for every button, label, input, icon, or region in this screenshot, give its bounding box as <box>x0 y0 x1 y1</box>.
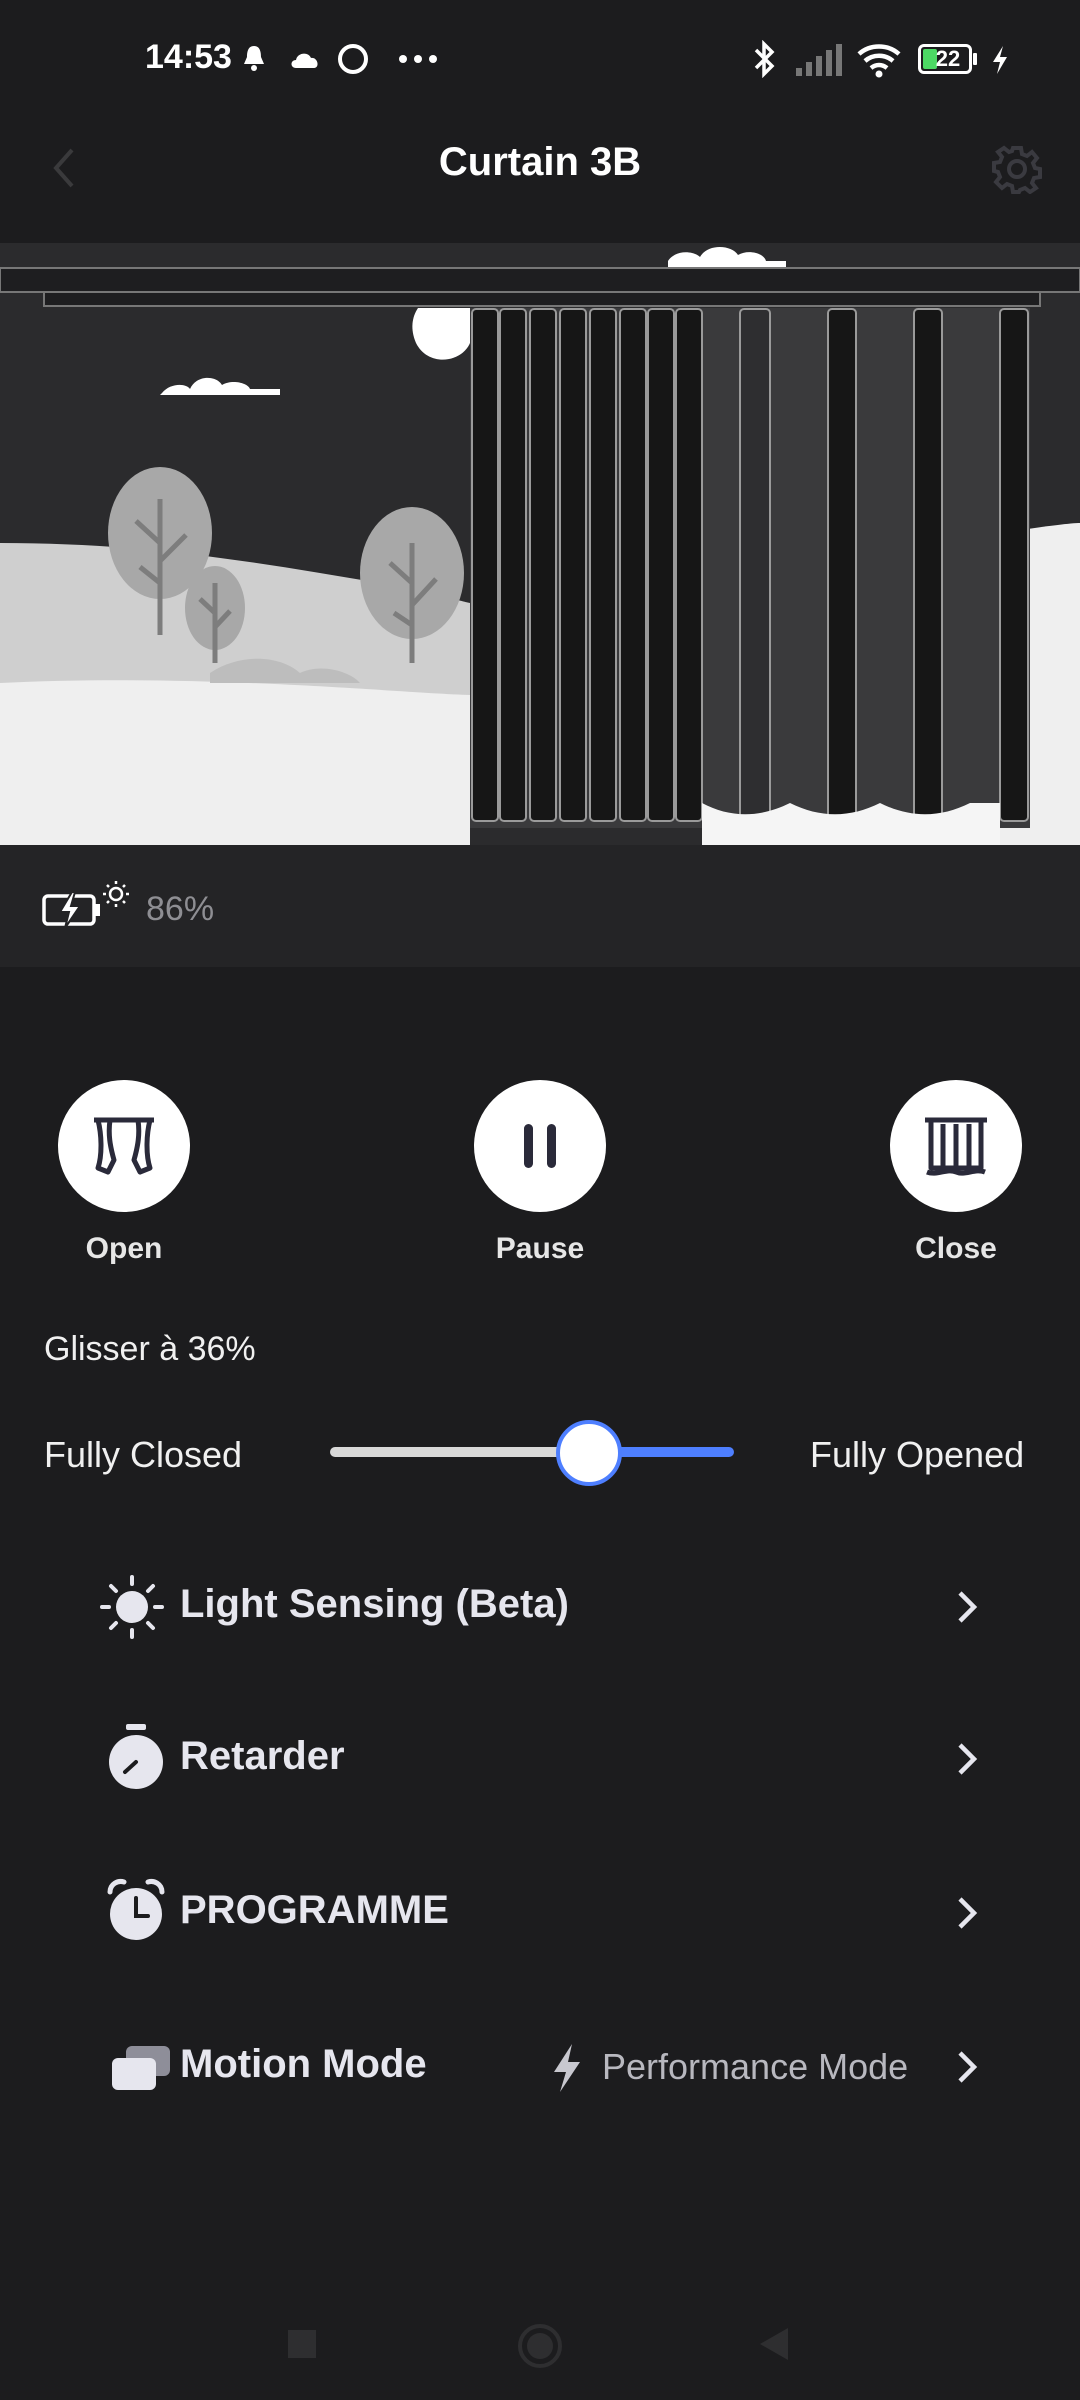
close-button[interactable] <box>890 1080 1022 1212</box>
menu-item-retarder[interactable]: Retarder <box>100 1722 980 1796</box>
pause-button[interactable] <box>474 1080 606 1212</box>
cloud-icon <box>291 53 318 68</box>
closed-curtain-icon <box>925 1117 987 1176</box>
bell-icon <box>244 46 264 71</box>
pause-icon <box>524 1124 556 1168</box>
system-nav-bar <box>0 2300 1080 2400</box>
battery-icon: 22 <box>918 44 978 74</box>
timer-icon <box>109 1724 163 1789</box>
solar-battery-icon <box>42 881 129 929</box>
alarm-clock-icon <box>107 1879 165 1940</box>
pause-label: Pause <box>495 1232 585 1265</box>
status-time: 14:53 <box>145 38 232 76</box>
open-curtain-icon <box>94 1117 154 1175</box>
curtain-illustration <box>0 243 1080 845</box>
menu-item-label: Motion Mode <box>180 2042 427 2086</box>
recents-icon[interactable] <box>286 2328 318 2360</box>
fully-closed-label: Fully Closed <box>44 1434 243 1475</box>
menu-item-light-sensing[interactable]: Light Sensing (Beta) <box>100 1570 980 1644</box>
menu-item-label: Light Sensing (Beta) <box>180 1582 569 1626</box>
signal-icon <box>796 44 842 76</box>
more-dots-icon <box>399 55 437 63</box>
slider-status-text: Glisser à 36% <box>44 1330 256 1368</box>
menu-item-motion-mode[interactable]: Motion Mode Performance Mode <box>100 2030 980 2104</box>
chevron-right-icon <box>958 1591 978 1623</box>
battery-percent: 86% <box>146 890 215 928</box>
close-label: Close <box>915 1232 997 1265</box>
curtain-scene-image <box>0 243 1080 845</box>
circle-icon <box>338 44 368 74</box>
chevron-right-icon <box>958 1743 978 1775</box>
page-title: Curtain 3B <box>438 140 642 184</box>
charging-bolt-icon <box>993 46 1007 74</box>
battery-level: 22 <box>935 46 961 71</box>
cards-icon <box>112 2046 170 2090</box>
back-nav-icon[interactable] <box>756 2326 790 2362</box>
menu-item-programme[interactable]: PROGRAMME <box>100 1876 980 1950</box>
slider-track[interactable] <box>330 1447 588 1457</box>
open-button[interactable] <box>58 1080 190 1212</box>
chevron-right-icon <box>958 1897 978 1929</box>
home-icon[interactable] <box>516 2322 564 2370</box>
menu-item-label: Retarder <box>180 1734 345 1778</box>
lightning-icon <box>554 2044 580 2092</box>
sun-icon <box>100 1575 164 1639</box>
menu-item-label: PROGRAMME <box>180 1888 449 1932</box>
motion-mode-value: Performance Mode <box>602 2046 909 2087</box>
open-label: Open <box>85 1232 163 1265</box>
chevron-right-icon <box>958 2051 978 2083</box>
bluetooth-icon <box>754 40 775 78</box>
gear-icon[interactable] <box>992 144 1042 194</box>
wifi-icon <box>857 44 901 78</box>
fully-opened-label: Fully Opened <box>810 1434 1025 1475</box>
slider-thumb[interactable] <box>556 1420 622 1486</box>
status-bar: 14:53 22 <box>0 0 1080 120</box>
